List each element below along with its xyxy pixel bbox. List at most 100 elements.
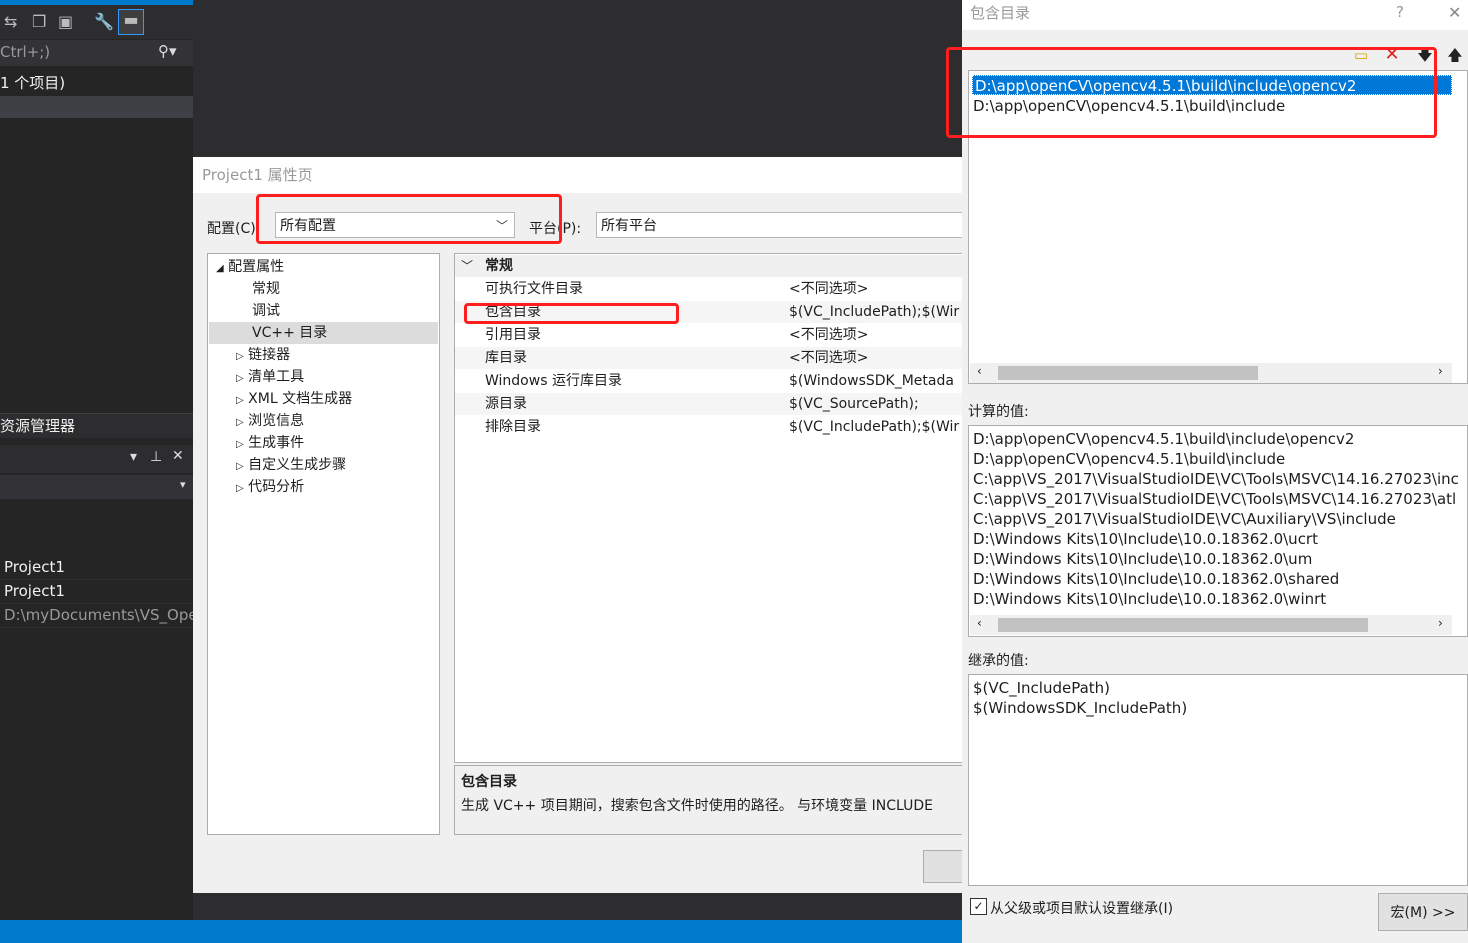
chevron-left-icon[interactable]: ‹ <box>977 616 982 630</box>
chevron-left-icon[interactable]: ‹ <box>977 364 982 378</box>
tree-item-label: 自定义生成步骤 <box>248 457 347 473</box>
show-files-icon[interactable]: ▣ <box>58 12 73 31</box>
tree-item-label: 代码分析 <box>248 479 305 495</box>
ide-search-box[interactable]: Ctrl+;) ⚲▾ <box>0 40 193 66</box>
tree-item-label: XML 文档生成器 <box>248 391 353 407</box>
chevron-down-icon: ▾ <box>180 478 186 491</box>
ide-bottom-area <box>193 893 963 920</box>
chevron-down-icon: ﹀ <box>461 259 474 273</box>
collapsed-icon: ▷ <box>236 483 244 494</box>
tree-root-label: 配置属性 <box>228 259 285 275</box>
wrench-icon[interactable]: 🔧 <box>94 12 114 31</box>
tree-root[interactable]: ◢ 配置属性 <box>216 256 284 278</box>
evaluated-path: C:\app\VS_2017\VisualStudioIDE\VC\Tools\… <box>973 490 1457 508</box>
tree-item-label: 链接器 <box>248 347 291 363</box>
grid-section-label: 常规 <box>485 258 513 274</box>
expand-icon: ◢ <box>216 263 224 274</box>
description-title: 包含目录 <box>461 774 517 790</box>
highlight-box-config <box>256 194 562 244</box>
evaluated-path: D:\app\openCV\opencv4.5.1\build\include\… <box>973 430 1355 448</box>
tree-item-code-analysis[interactable]: ▷ 代码分析 <box>236 476 304 498</box>
ide-properties: Project1 Project1 D:\myDocuments\VS_Ope <box>0 556 198 648</box>
tree-item-linker[interactable]: ▷ 链接器 <box>236 344 290 366</box>
dialog-title: Project1 属性页 <box>193 157 963 193</box>
chevron-right-icon[interactable]: › <box>1438 364 1443 378</box>
grid-row[interactable]: Windows 运行库目录 $(WindowsSDK_Metada <box>455 370 964 392</box>
evaluated-path: D:\app\openCV\opencv4.5.1\build\include <box>973 450 1286 468</box>
search-icon[interactable]: ⚲▾ <box>158 42 177 60</box>
horizontal-scrollbar[interactable]: ‹ › <box>970 363 1452 383</box>
dropdown-icon[interactable]: ▾ <box>130 449 137 465</box>
horizontal-scrollbar[interactable]: ‹ › <box>970 615 1452 635</box>
platform-value: 所有平台 <box>601 218 657 234</box>
property-tree: ◢ 配置属性 常规 调试 VC++ 目录 ▷ 链接器 ▷ 清单工具 ▷ XML … <box>207 253 440 835</box>
include-dirs-dialog: 包含目录 ? ✕ ▭ ✕ 🡇 🡅 D:\app\openCV\opencv4.5… <box>946 0 1468 943</box>
tree-item-custom-build[interactable]: ▷ 自定义生成步骤 <box>236 454 346 476</box>
help-icon[interactable]: ? <box>1396 3 1404 21</box>
grid-row[interactable]: 库目录 <不同选项> <box>455 347 964 369</box>
grid-value: $(VC_IncludePath);$(Wir <box>789 304 960 320</box>
description-text: 生成 VC++ 项目期间，搜索包含文件时使用的路径。 与环境变量 INCLUDE <box>461 798 933 814</box>
tree-item-xml-doc[interactable]: ▷ XML 文档生成器 <box>236 388 352 410</box>
grid-value: $(WindowsSDK_Metada <box>789 373 954 389</box>
grid-key: 可执行文件目录 <box>485 281 583 297</box>
ide-toolbar: ⇆ ❐ ▣ 🔧 ▬ <box>0 5 193 39</box>
tree-item-debug[interactable]: 调试 <box>252 300 280 322</box>
sync-icon[interactable]: ⇆ <box>4 12 17 31</box>
property-grid: ﹀ 常规 可执行文件目录 <不同选项> 包含目录 $(VC_IncludePath)… <box>454 253 964 763</box>
tree-item-label: 清单工具 <box>248 369 305 385</box>
ide-status-bar <box>0 920 963 943</box>
macros-button[interactable]: 宏(M) >> <box>1378 893 1468 931</box>
ide-solution-node[interactable]: 1 个项目) <box>0 70 193 96</box>
grid-row[interactable]: 可执行文件目录 <不同选项> <box>455 278 964 300</box>
highlight-box-include <box>464 303 679 324</box>
tree-item-vc-directories[interactable]: VC++ 目录 <box>209 322 438 344</box>
preview-icon[interactable]: ▬ <box>118 9 144 35</box>
grid-key: 库目录 <box>485 350 527 366</box>
ide-panel-combo[interactable]: ▾ <box>0 475 193 499</box>
evaluated-path: C:\app\VS_2017\VisualStudioIDE\VC\Auxili… <box>973 510 1396 528</box>
scroll-thumb[interactable] <box>998 618 1368 632</box>
ide-prop-row: Project1 <box>0 580 193 604</box>
pin-icon[interactable]: ⊥ <box>150 449 162 465</box>
scroll-thumb[interactable] <box>998 366 1258 380</box>
evaluated-path: C:\app\VS_2017\VisualStudioIDE\VC\Tools\… <box>973 470 1459 488</box>
grid-key: 引用目录 <box>485 327 541 343</box>
tree-item-build-events[interactable]: ▷ 生成事件 <box>236 432 304 454</box>
grid-row[interactable]: 排除目录 $(VC_IncludePath);$(Wir <box>455 416 964 438</box>
tree-item-label: 生成事件 <box>248 435 305 451</box>
collapsed-icon: ▷ <box>236 373 244 384</box>
ide-search-text: Ctrl+;) <box>0 43 51 61</box>
ide-editor-area <box>193 0 963 157</box>
inherited-value: $(WindowsSDK_IncludePath) <box>973 699 1188 717</box>
tree-item-general[interactable]: 常规 <box>252 278 280 300</box>
evaluated-values-list: D:\app\openCV\opencv4.5.1\build\include\… <box>968 425 1468 637</box>
grid-key: 排除目录 <box>485 419 541 435</box>
tree-item-browse[interactable]: ▷ 浏览信息 <box>236 410 304 432</box>
ide-prop-row: D:\myDocuments\VS_Ope <box>0 604 198 628</box>
inherited-value: $(VC_IncludePath) <box>973 679 1111 697</box>
grid-section-header[interactable]: ﹀ 常规 <box>455 255 964 277</box>
tree-item-manifest[interactable]: ▷ 清单工具 <box>236 366 304 388</box>
grid-value: <不同选项> <box>789 350 869 366</box>
grid-value: <不同选项> <box>789 281 869 297</box>
config-label: 配置(C): <box>207 221 261 237</box>
grid-value: <不同选项> <box>789 327 869 343</box>
grid-key: Windows 运行库目录 <box>485 373 622 389</box>
inherited-label: 继承的值: <box>968 653 1029 669</box>
inherit-checkbox[interactable]: ✓ <box>970 898 987 915</box>
collapse-icon[interactable]: ❐ <box>32 12 46 31</box>
grid-row[interactable]: 源目录 $(VC_SourcePath); <box>455 393 964 415</box>
close-icon[interactable]: ✕ <box>172 448 184 464</box>
platform-select[interactable]: 所有平台 <box>596 212 963 238</box>
grid-value: $(VC_IncludePath);$(Wir <box>789 419 960 435</box>
move-up-icon[interactable]: 🡅 <box>1442 43 1468 67</box>
grid-row[interactable]: 引用目录 <不同选项> <box>455 324 964 346</box>
close-icon[interactable]: ✕ <box>1448 3 1461 22</box>
description-panel: 包含目录 生成 VC++ 项目期间，搜索包含文件时使用的路径。 与环境变量 IN… <box>454 765 963 835</box>
include-dialog-title: 包含目录 <box>962 0 1468 30</box>
chevron-right-icon[interactable]: › <box>1438 616 1443 630</box>
ide-selected-row <box>0 96 193 118</box>
inherit-checkbox-label[interactable]: 从父级或项目默认设置继承(I) <box>990 898 1173 918</box>
collapsed-icon: ▷ <box>236 461 244 472</box>
